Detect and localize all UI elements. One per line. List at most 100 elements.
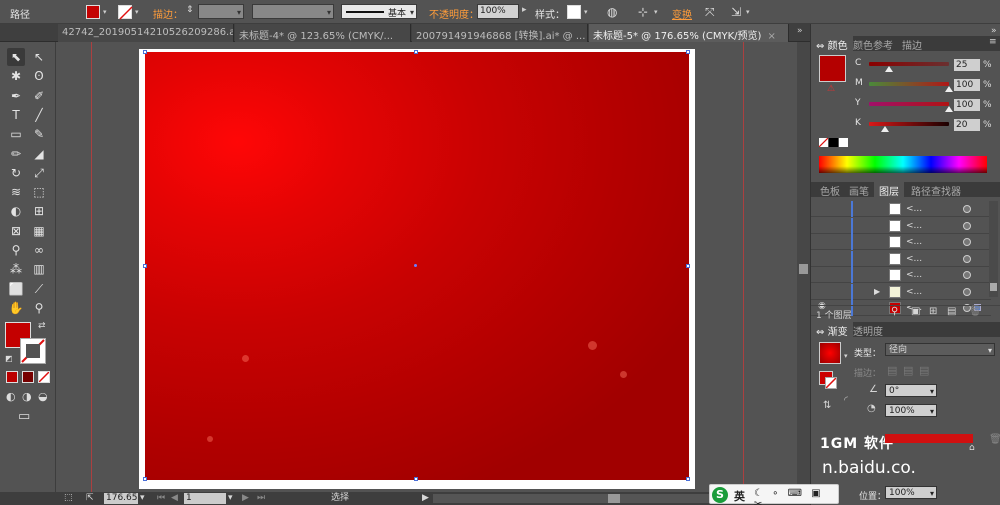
opacity-field[interactable]: 100% — [477, 4, 519, 19]
stroke-gradient-along-icon[interactable]: ▤ — [903, 364, 913, 377]
options-icon[interactable]: ⇲ — [731, 5, 741, 19]
symbol-sprayer-icon[interactable]: ⁂ — [7, 260, 25, 278]
magic-wand-icon[interactable]: ✱ — [7, 67, 25, 85]
collapse-panels-icon[interactable]: » — [991, 26, 997, 36]
radial-gradient-rectangle[interactable] — [145, 52, 689, 480]
layer-row[interactable]: <... — [811, 267, 991, 283]
type-icon[interactable]: T — [7, 106, 25, 124]
sogou-logo-icon[interactable]: S — [712, 487, 728, 503]
gradient-mode-icon[interactable] — [22, 371, 34, 383]
selection-handle[interactable] — [686, 477, 690, 481]
vertical-scrollbar[interactable] — [797, 42, 810, 492]
channel-value-field[interactable]: 100 — [954, 99, 980, 111]
paintbrush-icon[interactable]: ✎ — [30, 125, 48, 143]
default-colors-icon[interactable]: ◩ — [5, 354, 13, 363]
status-menu-icon[interactable]: ▶ — [422, 493, 429, 504]
hand-icon[interactable]: ✋ — [7, 299, 25, 317]
direct-selection-icon[interactable]: ↖ — [30, 48, 48, 66]
zoom-icon[interactable]: ⚲ — [30, 299, 48, 317]
ime-mode-label[interactable]: 英 — [734, 488, 745, 504]
gradient-dropdown-icon[interactable]: ▾ — [844, 352, 848, 360]
swap-colors-icon[interactable]: ⇄ — [38, 321, 46, 331]
rectangle-icon[interactable]: ▭ — [7, 125, 25, 143]
next-artboard-icon[interactable]: ▶ — [242, 493, 249, 504]
layers-scrollbar[interactable] — [989, 201, 998, 297]
export-icon[interactable]: ⇱ — [86, 493, 94, 504]
clipping-mask-icon[interactable]: ▣ — [911, 306, 920, 317]
layer-row[interactable]: <... — [811, 201, 991, 217]
selection-handle[interactable] — [143, 50, 147, 54]
tab-document-3[interactable]: 200791491946868 [转换].ai* @ ... — [412, 24, 588, 42]
tab-gradient[interactable]: ⇔ 渐变 — [811, 322, 853, 338]
tab-document-4[interactable]: 未标题-5* @ 176.65% (CMYK/预览) × — [589, 24, 789, 42]
layer-row[interactable]: <... — [811, 234, 991, 250]
layer-row[interactable]: ▶ <... — [811, 283, 991, 300]
gamut-warning-icon[interactable]: ⚠ — [827, 84, 835, 94]
color-mode-icon[interactable] — [6, 371, 18, 383]
zoom-dropdown-icon[interactable]: ▾ — [140, 493, 145, 504]
stroke-color-box[interactable] — [20, 338, 46, 364]
variable-width-dropdown[interactable]: ▾ — [252, 4, 334, 19]
tab-transparency[interactable]: 透明度 — [848, 322, 888, 338]
artboard[interactable] — [139, 49, 695, 489]
width-icon[interactable]: ≋ — [7, 183, 25, 201]
curvature-icon[interactable]: ✐ — [30, 87, 48, 105]
aspect-ratio-field[interactable]: 100% ▾ — [885, 404, 937, 417]
layer-name[interactable]: <... — [906, 221, 922, 231]
selection-icon[interactable]: ⬉ — [7, 48, 25, 66]
stroke-dropdown-icon[interactable]: ▾ — [135, 8, 139, 16]
color-spectrum[interactable] — [819, 156, 987, 173]
gradient-icon[interactable]: ▦ — [30, 222, 48, 240]
artboard-icon[interactable]: ⬜ — [7, 280, 25, 298]
gradient-type-dropdown[interactable]: 径向 ▾ — [885, 343, 995, 356]
artboard-dropdown-icon[interactable]: ▾ — [228, 493, 233, 504]
pen-icon[interactable]: ✒ — [7, 87, 25, 105]
recolor-icon[interactable]: ◍ — [607, 5, 617, 19]
scroll-thumb[interactable] — [608, 494, 620, 503]
target-icon[interactable] — [963, 238, 971, 246]
layer-row[interactable]: <... — [811, 250, 991, 267]
pencil-icon[interactable]: ✏ — [7, 145, 25, 163]
status-toggle-icon[interactable]: ⬚ — [64, 493, 73, 504]
stroke-gradient-within-icon[interactable]: ▤ — [887, 364, 897, 377]
stroke-gradient-across-icon[interactable]: ▤ — [919, 364, 929, 377]
options-dropdown-icon[interactable]: ▾ — [746, 8, 750, 16]
opacity-label[interactable]: 不透明度： — [429, 6, 479, 21]
layer-name[interactable]: <... — [906, 254, 922, 264]
ime-tools-icons[interactable]: ☾ ∘ ⌨ ▣ ✂ — [754, 488, 838, 505]
angle-field[interactable]: 0° ▾ — [885, 384, 937, 397]
lasso-icon[interactable]: ʘ — [30, 67, 48, 85]
layer-name[interactable]: <... — [906, 270, 922, 280]
tab-pathfinder[interactable]: 路径查找器 — [906, 182, 966, 198]
channel-slider[interactable] — [869, 102, 949, 106]
stroke-swatch[interactable] — [118, 5, 133, 20]
zoom-field[interactable]: 176.65 — [104, 493, 138, 504]
white-color-icon[interactable] — [839, 138, 848, 147]
stroke-weight-dropdown[interactable]: ▾ — [198, 4, 244, 19]
draw-normal-icon[interactable]: ◐ — [6, 390, 16, 403]
slider-knob[interactable] — [885, 66, 893, 72]
slider-knob[interactable] — [945, 86, 953, 92]
scroll-thumb[interactable] — [990, 283, 997, 291]
expand-icon[interactable]: ▶ — [874, 287, 880, 296]
selection-handle[interactable] — [414, 50, 418, 54]
delete-stop-icon[interactable]: 🗑 — [989, 434, 1000, 445]
shape-builder-icon[interactable]: ◐ — [7, 202, 25, 220]
channel-value-field[interactable]: 100 — [954, 79, 980, 91]
current-color-swatch[interactable] — [819, 55, 846, 82]
last-artboard-icon[interactable]: ⏭ — [257, 493, 265, 504]
canvas-area[interactable] — [57, 42, 796, 492]
style-dropdown-icon[interactable]: ▾ — [584, 8, 588, 16]
layer-name[interactable]: <... — [906, 287, 922, 297]
slice-icon[interactable]: ⟋ — [30, 280, 48, 298]
new-layer-icon[interactable]: ▤ — [947, 306, 956, 317]
tab-document-1[interactable]: 42742_20190514210526209286.ai* — [58, 24, 234, 42]
tab-overflow-icon[interactable]: » — [797, 26, 803, 36]
first-artboard-icon[interactable]: ⏮ — [157, 493, 165, 504]
channel-value-field[interactable]: 20 — [954, 119, 980, 131]
eyedropper-icon[interactable]: ⚲ — [7, 241, 25, 259]
selection-handle[interactable] — [686, 264, 690, 268]
tab-brushes[interactable]: 画笔 — [844, 182, 874, 198]
selection-handle[interactable] — [414, 477, 418, 481]
align-dropdown-icon[interactable]: ▾ — [654, 8, 658, 16]
